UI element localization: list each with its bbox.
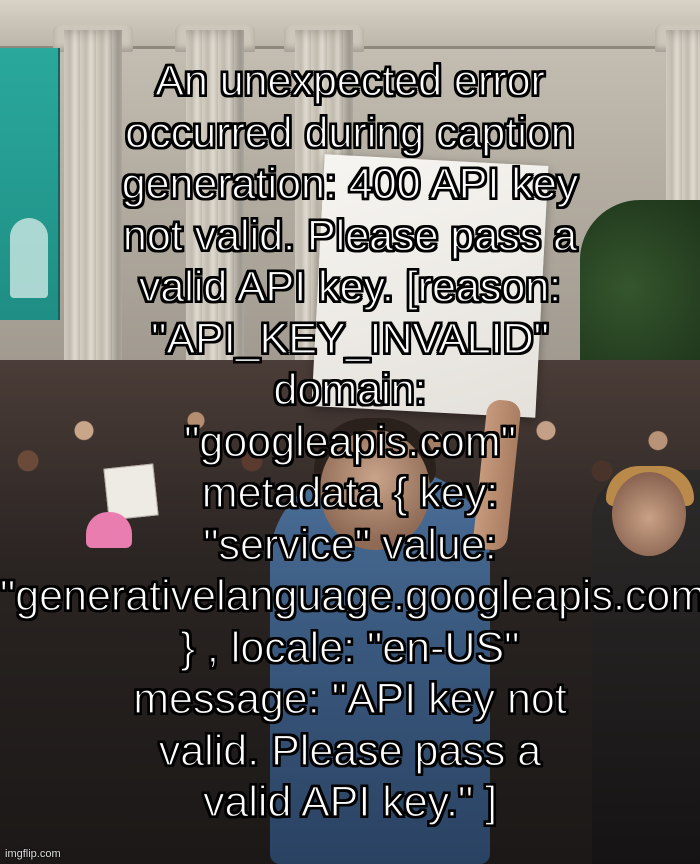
- caption-line: message: "API key not: [133, 674, 568, 723]
- caption-line: valid API key. [reason:: [138, 262, 562, 311]
- caption-line: not valid. Please pass a: [122, 211, 578, 260]
- caption-line: valid. Please pass a: [158, 726, 542, 775]
- caption-line: "API_KEY_INVALID": [150, 314, 549, 363]
- caption-line: "service" value:: [203, 520, 498, 569]
- caption-line: valid API key." ]: [202, 777, 498, 826]
- meme-caption: An unexpected error occurred during capt…: [0, 56, 700, 829]
- imgflip-watermark: imgflip.com: [5, 848, 61, 860]
- meme-image: An unexpected error occurred during capt…: [0, 0, 700, 864]
- caption-line: "googleapis.com": [184, 417, 517, 466]
- caption-line: } , locale: "en-US": [180, 623, 520, 672]
- caption-line: generation: 400 API key: [121, 159, 579, 208]
- caption-line: domain:: [273, 365, 427, 414]
- caption-line: "generativelanguage.googleapis.com": [0, 571, 700, 620]
- caption-line: An unexpected error: [155, 56, 546, 105]
- caption-line: metadata { key:: [201, 468, 499, 517]
- caption-line: occurred during caption: [125, 108, 576, 157]
